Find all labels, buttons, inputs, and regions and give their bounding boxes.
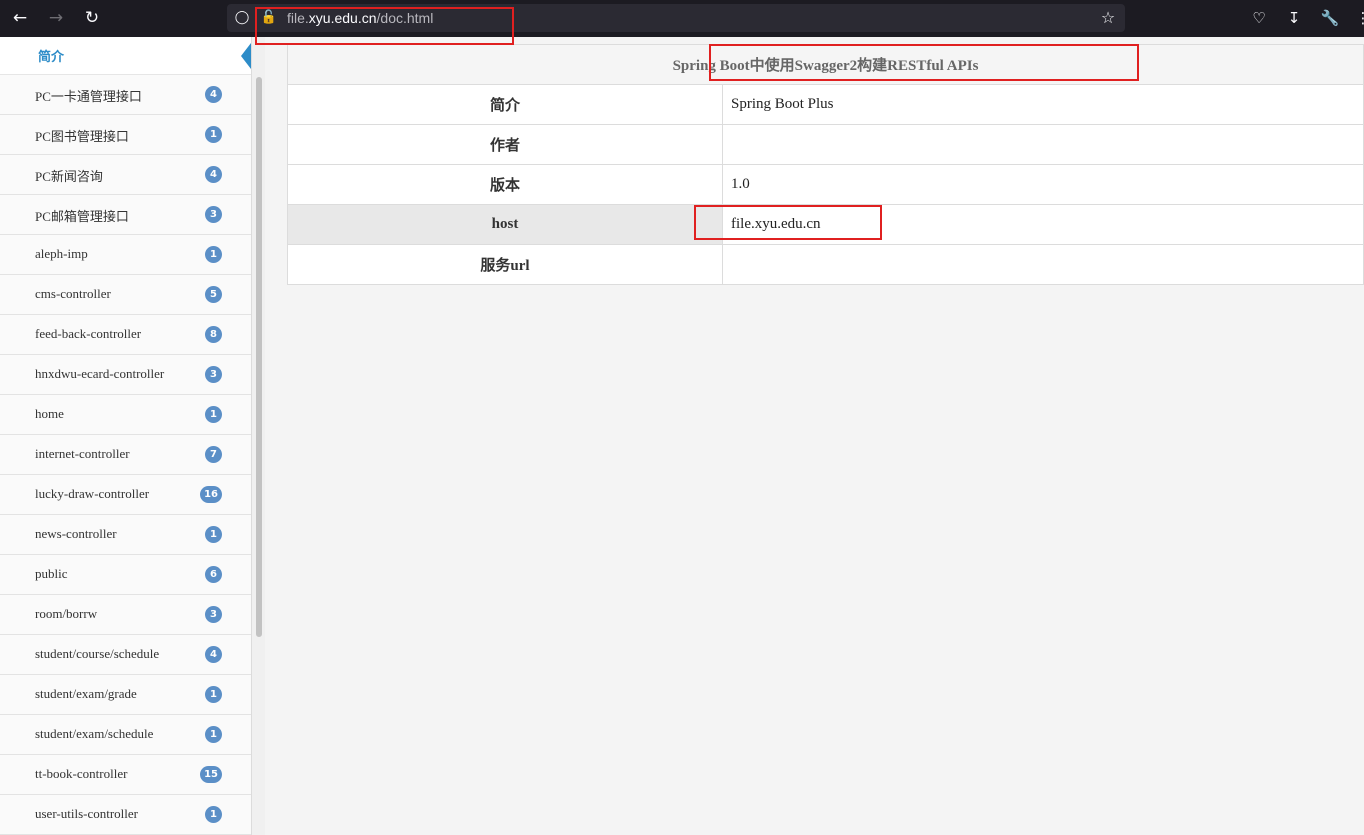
sidebar-item-label: student/exam/schedule xyxy=(35,726,154,741)
sidebar-item-label: PC新闻咨询 xyxy=(35,169,103,184)
download-icon[interactable]: ↧ xyxy=(1283,7,1305,29)
insecure-lock-icon[interactable]: 🔓 xyxy=(260,9,278,27)
table-row: host file.xyu.edu.cn xyxy=(287,204,1364,245)
reload-icon[interactable]: ↻ xyxy=(80,7,104,29)
row-key: 简介 xyxy=(287,84,723,125)
sidebar-item-label: lucky-draw-controller xyxy=(35,486,150,501)
wrench-icon[interactable]: 🔧 xyxy=(1319,7,1341,29)
sidebar-item-label: internet-controller xyxy=(35,446,130,461)
sidebar-item-intro[interactable]: 简介 xyxy=(0,37,251,75)
sidebar-item-label: user-utils-controller xyxy=(35,806,138,821)
row-value: file.xyu.edu.cn xyxy=(722,204,1364,245)
sidebar-item-label: home xyxy=(35,406,64,421)
row-value xyxy=(722,244,1364,285)
row-key: 服务url xyxy=(287,244,723,285)
row-value: Spring Boot Plus xyxy=(722,84,1364,125)
sidebar-item[interactable]: student/exam/schedule 1 xyxy=(0,715,251,755)
shield-icon[interactable]: ◯ xyxy=(233,9,251,27)
sidebar-item-label: aleph-imp xyxy=(35,246,88,261)
table-row: 作者 xyxy=(287,124,1364,165)
doc-title: Spring Boot中使用Swagger2构建RESTful APIs xyxy=(287,44,1364,85)
table-row: 简介 Spring Boot Plus xyxy=(287,84,1364,125)
scrollbar-thumb[interactable] xyxy=(256,77,262,637)
sidebar-item[interactable]: PC邮箱管理接口 3 xyxy=(0,195,251,235)
sidebar-item[interactable]: aleph-imp 1 xyxy=(0,235,251,275)
sidebar-item-label: student/course/schedule xyxy=(35,646,160,661)
row-value: 1.0 xyxy=(722,164,1364,205)
bookmark-star-icon[interactable]: ☆ xyxy=(1099,9,1117,27)
sidebar-item[interactable]: student/exam/grade 1 xyxy=(0,675,251,715)
count-badge: 3 xyxy=(205,206,222,223)
sidebar-item[interactable]: internet-controller 7 xyxy=(0,435,251,475)
address-bar[interactable]: ◯ 🔓 file.xyu.edu.cn/doc.html ☆ xyxy=(227,4,1125,32)
count-badge: 15 xyxy=(200,766,222,783)
pocket-icon[interactable]: ♡ xyxy=(1248,7,1270,29)
count-badge: 3 xyxy=(205,366,222,383)
table-row: 版本 1.0 xyxy=(287,164,1364,205)
table-row: 服务url xyxy=(287,244,1364,285)
count-badge: 1 xyxy=(205,526,222,543)
count-badge: 1 xyxy=(205,726,222,743)
sidebar-item[interactable]: PC新闻咨询 4 xyxy=(0,155,251,195)
sidebar-item[interactable]: room/borrw 3 xyxy=(0,595,251,635)
browser-toolbar: ← → ↻ ◯ 🔓 file.xyu.edu.cn/doc.html ☆ ♡ ↧… xyxy=(0,0,1364,37)
active-indicator-icon xyxy=(241,43,251,69)
sidebar-item-label: PC一卡通管理接口 xyxy=(35,89,142,104)
count-badge: 4 xyxy=(205,86,222,103)
sidebar: 简介 PC一卡通管理接口 4 PC图书管理接口 1 PC新闻咨询 4 PC邮箱管理接口 3 al… xyxy=(0,37,252,835)
sidebar-item[interactable]: news-controller 1 xyxy=(0,515,251,555)
sidebar-item[interactable]: home 1 xyxy=(0,395,251,435)
forward-arrow-icon[interactable]: → xyxy=(44,7,68,29)
sidebar-item[interactable]: student/course/schedule 4 xyxy=(0,635,251,675)
sidebar-item[interactable]: tt-book-controller 15 xyxy=(0,755,251,795)
sidebar-header-label: 简介 xyxy=(38,50,65,65)
sidebar-item[interactable]: public 6 xyxy=(0,555,251,595)
sidebar-item-label: hnxdwu-ecard-controller xyxy=(35,366,165,381)
url-text[interactable]: file.xyu.edu.cn/doc.html xyxy=(287,10,433,26)
sidebar-item-label: student/exam/grade xyxy=(35,686,137,701)
sidebar-item-label: room/borrw xyxy=(35,606,98,621)
count-badge: 4 xyxy=(205,646,222,663)
sidebar-item[interactable]: PC一卡通管理接口 4 xyxy=(0,75,251,115)
count-badge: 1 xyxy=(205,406,222,423)
sidebar-item-label: public xyxy=(35,566,68,581)
count-badge: 5 xyxy=(205,286,222,303)
api-info-table: Spring Boot中使用Swagger2构建RESTful APIs 简介 … xyxy=(287,44,1364,285)
sidebar-item[interactable]: lucky-draw-controller 16 xyxy=(0,475,251,515)
sidebar-item-label: PC图书管理接口 xyxy=(35,129,129,144)
sidebar-item-label: cms-controller xyxy=(35,286,111,301)
sidebar-scrollbar[interactable] xyxy=(252,37,265,835)
row-value xyxy=(722,124,1364,165)
sidebar-item[interactable]: cms-controller 5 xyxy=(0,275,251,315)
count-badge: 4 xyxy=(205,166,222,183)
sidebar-item-label: tt-book-controller xyxy=(35,766,128,781)
count-badge: 1 xyxy=(205,246,222,263)
back-arrow-icon[interactable]: ← xyxy=(8,7,32,29)
row-key: host xyxy=(287,204,723,245)
row-key: 版本 xyxy=(287,164,723,205)
sidebar-item[interactable]: PC图书管理接口 1 xyxy=(0,115,251,155)
sidebar-item[interactable]: user-utils-controller 1 xyxy=(0,795,251,835)
count-badge: 1 xyxy=(205,686,222,703)
row-key: 作者 xyxy=(287,124,723,165)
count-badge: 8 xyxy=(205,326,222,343)
sidebar-item[interactable]: hnxdwu-ecard-controller 3 xyxy=(0,355,251,395)
sidebar-list: PC一卡通管理接口 4 PC图书管理接口 1 PC新闻咨询 4 PC邮箱管理接口 3 aleph… xyxy=(0,75,251,835)
count-badge: 7 xyxy=(205,446,222,463)
count-badge: 1 xyxy=(205,126,222,143)
count-badge: 3 xyxy=(205,606,222,623)
sidebar-item-label: news-controller xyxy=(35,526,117,541)
overflow-menu-icon[interactable]: ⋮ xyxy=(1352,7,1364,29)
main-content: Spring Boot中使用Swagger2构建RESTful APIs 简介 … xyxy=(265,37,1364,835)
count-badge: 6 xyxy=(205,566,222,583)
sidebar-item-label: PC邮箱管理接口 xyxy=(35,209,129,224)
sidebar-item[interactable]: feed-back-controller 8 xyxy=(0,315,251,355)
count-badge: 1 xyxy=(205,806,222,823)
count-badge: 16 xyxy=(200,486,222,503)
sidebar-item-label: feed-back-controller xyxy=(35,326,142,341)
